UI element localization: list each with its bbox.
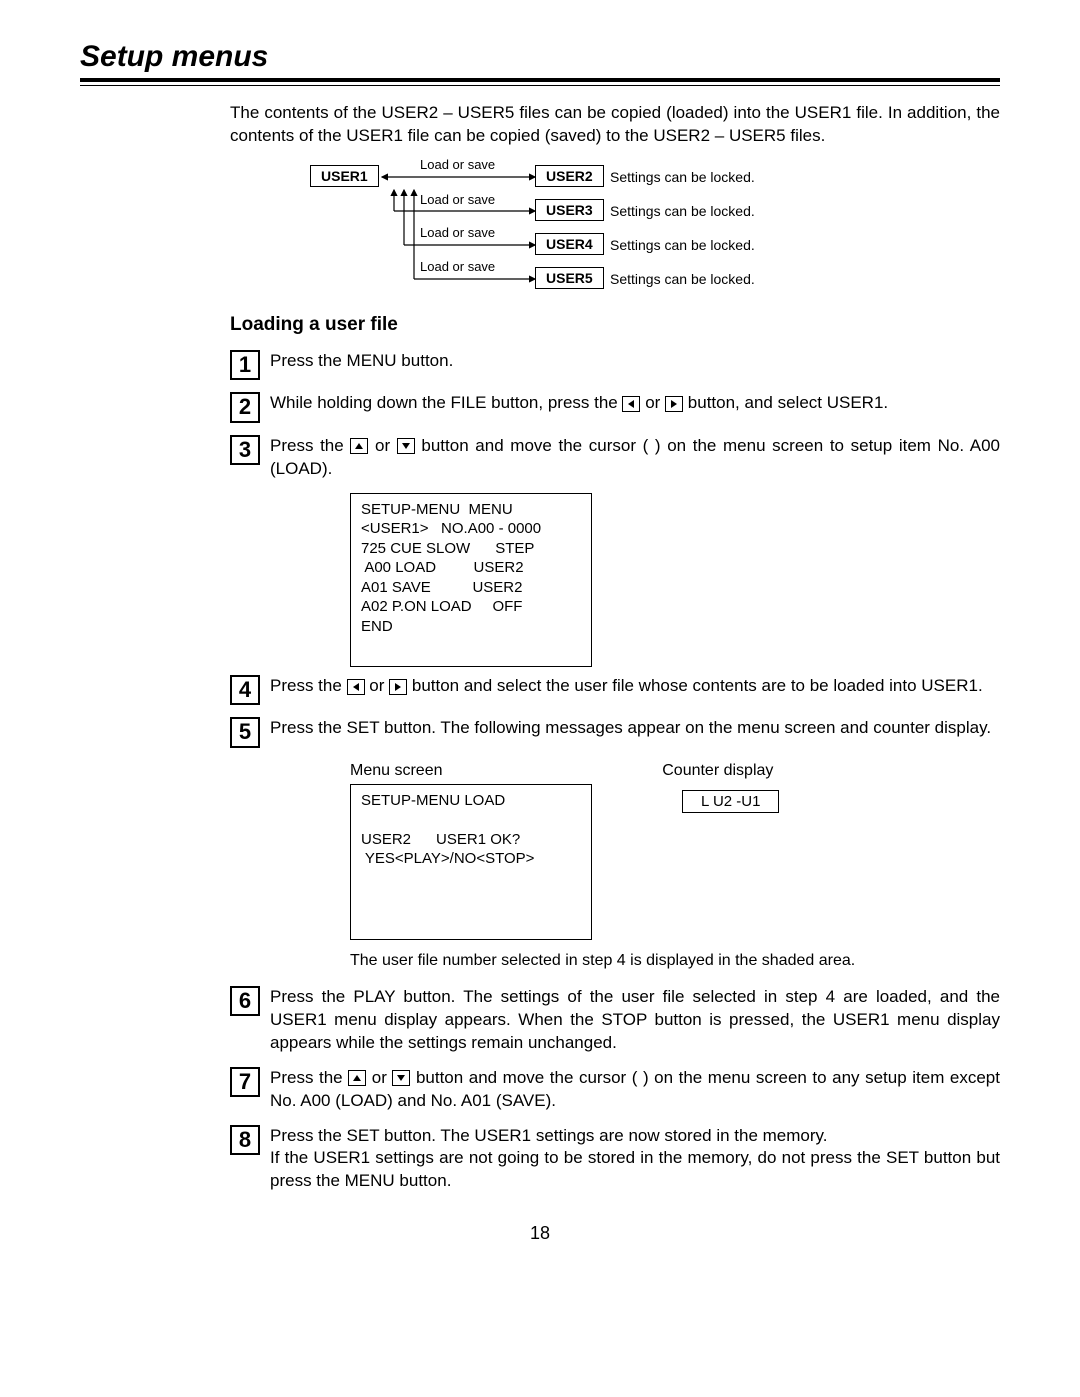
step-text: Press the PLAY button. The settings of t…	[270, 986, 1000, 1055]
step-text: Press the or button and move the cursor …	[270, 1067, 1000, 1113]
load-or-save-label: Load or save	[420, 225, 495, 240]
step-7: 7 Press the or button and move the curso…	[230, 1067, 1000, 1113]
left-arrow-icon	[622, 396, 640, 412]
user3-box: USER3	[535, 199, 604, 221]
menu-screen-label: Menu screen	[350, 762, 443, 779]
settings-locked-label: Settings can be locked.	[610, 271, 755, 287]
user5-box: USER5	[535, 267, 604, 289]
settings-locked-label: Settings can be locked.	[610, 169, 755, 185]
page-number: 18	[80, 1223, 1000, 1244]
content-area: The contents of the USER2 – USER5 files …	[230, 102, 1000, 1193]
down-arrow-icon	[397, 438, 415, 454]
subheading: Loading a user file	[230, 314, 1000, 336]
text-fragment: While holding down the FILE button, pres…	[270, 393, 622, 412]
step-number: 2	[230, 392, 260, 422]
menu-screen-1: SETUP-MENU MENU <USER1> NO.A00 - 0000 72…	[350, 493, 592, 668]
down-arrow-icon	[392, 1070, 410, 1086]
load-or-save-label: Load or save	[420, 192, 495, 207]
text-fragment: button and select the user file whose co…	[412, 676, 983, 695]
text-fragment: or	[375, 436, 397, 455]
text-fragment: Press the	[270, 1068, 348, 1087]
text-fragment: Press the	[270, 436, 350, 455]
step-number: 4	[230, 675, 260, 705]
user2-box: USER2	[535, 165, 604, 187]
up-arrow-icon	[350, 438, 368, 454]
step-number: 6	[230, 986, 260, 1016]
step-number: 5	[230, 717, 260, 747]
step-6: 6 Press the PLAY button. The settings of…	[230, 986, 1000, 1055]
step-number: 3	[230, 435, 260, 465]
step-text: Press the SET button. The following mess…	[270, 717, 1000, 740]
user4-box: USER4	[535, 233, 604, 255]
settings-locked-label: Settings can be locked.	[610, 237, 755, 253]
user-file-diagram: USER1 USER2 USER3 USER4 USER5 Load or sa…	[290, 162, 970, 294]
left-arrow-icon	[347, 679, 365, 695]
text-fragment: or	[645, 393, 665, 412]
step-text: Press the or button and select the user …	[270, 675, 1000, 698]
step-4: 4 Press the or button and select the use…	[230, 675, 1000, 705]
right-arrow-icon	[665, 396, 683, 412]
step-2: 2 While holding down the FILE button, pr…	[230, 392, 1000, 422]
up-arrow-icon	[348, 1070, 366, 1086]
page-title: Setup menus	[80, 40, 1000, 82]
step-text: While holding down the FILE button, pres…	[270, 392, 1000, 415]
load-or-save-label: Load or save	[420, 157, 495, 172]
step-text: Press the or button and move the cursor …	[270, 435, 1000, 481]
text-fragment: Press the	[270, 676, 347, 695]
step-text: Press the SET button. The USER1 settings…	[270, 1125, 1000, 1194]
step-number: 8	[230, 1125, 260, 1155]
step-5: 5 Press the SET button. The following me…	[230, 717, 1000, 747]
intro-paragraph: The contents of the USER2 – USER5 files …	[230, 102, 1000, 148]
load-or-save-label: Load or save	[420, 259, 495, 274]
settings-locked-label: Settings can be locked.	[610, 203, 755, 219]
text-fragment: button, and select USER1.	[688, 393, 888, 412]
step-number: 7	[230, 1067, 260, 1097]
counter-display-label: Counter display	[662, 762, 773, 780]
step-number: 1	[230, 350, 260, 380]
menu-screen-2: SETUP-MENU LOAD USER2 USER1 OK? YES<PLAY…	[350, 784, 592, 940]
text-fragment: or	[372, 1068, 393, 1087]
step-3: 3 Press the or button and move the curso…	[230, 435, 1000, 481]
step-1: 1 Press the MENU button.	[230, 350, 1000, 380]
text-fragment: or	[369, 676, 389, 695]
counter-display-box: L U2 -U1	[682, 790, 779, 813]
user1-box: USER1	[310, 165, 379, 187]
step-8: 8 Press the SET button. The USER1 settin…	[230, 1125, 1000, 1194]
step-text: Press the MENU button.	[270, 350, 1000, 373]
right-arrow-icon	[389, 679, 407, 695]
footnote: The user file number selected in step 4 …	[350, 952, 1000, 970]
